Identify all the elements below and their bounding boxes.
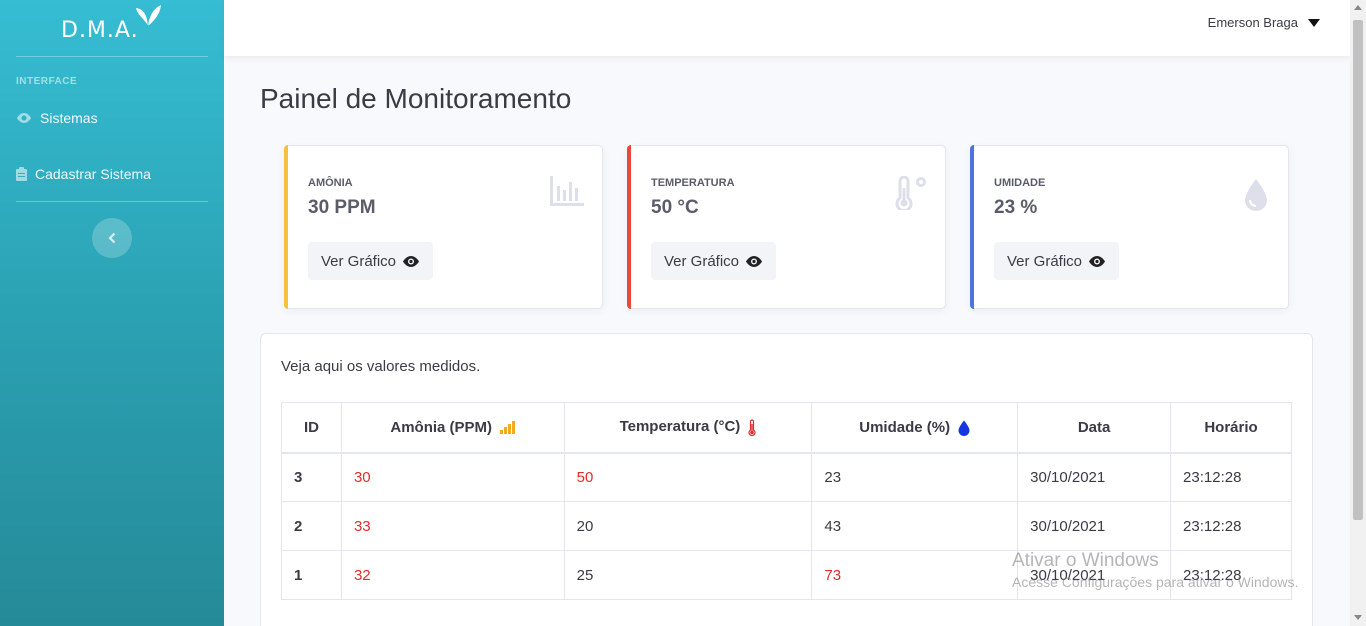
button-label: Ver Gráfico <box>321 252 397 270</box>
column-header-temperatura: Temperatura (°C) <box>563 402 813 454</box>
cell-amonia: 30 <box>340 452 565 502</box>
table-header-row: ID Amônia (PPM) Temperatura (°C) Umidade… <box>281 402 1292 454</box>
table-row: 3 30 50 23 30/10/2021 23:12:28 <box>281 452 1292 502</box>
topbar: Emerson Braga <box>224 0 1350 56</box>
cell-data: 30/10/2021 <box>1017 501 1172 551</box>
droplet-icon <box>1245 179 1267 211</box>
eye-icon <box>16 112 32 124</box>
sidebar-item-label: Cadastrar Sistema <box>35 166 151 182</box>
cell-horario: 23:12:28 <box>1170 452 1292 502</box>
card-amonia: AMÔNIA 30 PPM Ver Gráfico <box>284 145 603 309</box>
sidebar-item-cadastrar-sistema[interactable]: Cadastrar Sistema <box>16 166 151 182</box>
cell-id: 3 <box>281 452 342 502</box>
brand-logo[interactable]: D.M.A. <box>0 0 224 56</box>
signal-bars-icon <box>500 421 516 435</box>
column-header-data: Data <box>1017 402 1172 454</box>
scroll-up-arrow-icon[interactable] <box>1354 5 1362 10</box>
ver-grafico-button[interactable]: Ver Gráfico <box>308 242 434 280</box>
column-header-umidade: Umidade (%) <box>811 402 1019 454</box>
scrollbar-thumb[interactable] <box>1353 20 1363 520</box>
sidebar-item-sistemas[interactable]: Sistemas <box>16 110 98 126</box>
table-row: 2 33 20 43 30/10/2021 23:12:28 <box>281 501 1292 551</box>
panel-intro: Veja aqui os valores medidos. <box>281 358 481 375</box>
thermometer-icon <box>748 419 757 437</box>
clipboard-icon <box>16 167 27 181</box>
thermometer-icon <box>895 176 926 210</box>
cell-umidade: 73 <box>811 550 1019 600</box>
card-label: UMIDADE <box>994 177 1046 189</box>
card-value: 50 °C <box>651 197 699 218</box>
card-temperatura: TEMPERATURA 50 °C Ver Gráfico <box>627 145 946 309</box>
card-accent-bar <box>970 145 974 309</box>
leaf-icon <box>136 5 161 26</box>
cell-data: 30/10/2021 <box>1017 550 1172 600</box>
cell-id: 2 <box>281 501 342 551</box>
sidebar-item-label: Sistemas <box>40 110 98 126</box>
cell-id: 1 <box>281 550 342 600</box>
card-value: 30 PPM <box>308 197 376 218</box>
card-value: 23 % <box>994 197 1038 218</box>
ver-grafico-button[interactable]: Ver Gráfico <box>994 242 1120 280</box>
cell-amonia: 33 <box>340 501 565 551</box>
cell-amonia: 32 <box>340 550 565 600</box>
eye-icon <box>1089 255 1106 267</box>
sidebar-heading: INTERFACE <box>16 76 78 87</box>
user-menu[interactable]: Emerson Braga <box>1208 15 1320 30</box>
sidebar-divider <box>16 201 208 202</box>
vertical-scrollbar[interactable] <box>1350 0 1366 626</box>
cell-umidade: 23 <box>811 452 1019 502</box>
bar-chart-icon <box>550 176 584 206</box>
cell-horario: 23:12:28 <box>1170 550 1292 600</box>
column-header-id: ID <box>281 402 342 454</box>
sidebar-toggle-button[interactable] <box>92 218 132 258</box>
cell-horario: 23:12:28 <box>1170 501 1292 551</box>
measurements-table: ID Amônia (PPM) Temperatura (°C) Umidade… <box>281 402 1292 600</box>
cell-temperatura: 20 <box>563 501 813 551</box>
eye-icon <box>746 255 763 267</box>
button-label: Ver Gráfico <box>664 252 740 270</box>
card-accent-bar <box>627 145 631 309</box>
table-row: 1 32 25 73 30/10/2021 23:12:28 <box>281 550 1292 600</box>
cell-umidade: 43 <box>811 501 1019 551</box>
sidebar: D.M.A. INTERFACE Sistemas Cadastrar Sist… <box>0 0 224 626</box>
eye-icon <box>403 255 420 267</box>
caret-down-icon <box>1308 18 1320 27</box>
card-label: AMÔNIA <box>308 177 353 189</box>
ver-grafico-button[interactable]: Ver Gráfico <box>651 242 777 280</box>
measurements-panel: Veja aqui os valores medidos. ID Amônia … <box>260 333 1313 626</box>
card-label: TEMPERATURA <box>651 177 735 189</box>
column-header-horario: Horário <box>1170 402 1292 454</box>
brand-name: D.M.A. <box>61 18 139 43</box>
droplet-icon <box>958 420 970 436</box>
column-header-amonia: Amônia (PPM) <box>340 402 565 454</box>
card-umidade: UMIDADE 23 % Ver Gráfico <box>970 145 1289 309</box>
cell-temperatura: 25 <box>563 550 813 600</box>
page-title: Painel de Monitoramento <box>260 83 572 114</box>
cell-temperatura: 50 <box>563 452 813 502</box>
user-name: Emerson Braga <box>1207 15 1298 30</box>
cell-data: 30/10/2021 <box>1017 452 1172 502</box>
card-accent-bar <box>284 145 288 309</box>
scroll-down-arrow-icon[interactable] <box>1354 615 1362 620</box>
sidebar-divider <box>16 56 208 57</box>
chevron-left-icon <box>108 232 116 244</box>
button-label: Ver Gráfico <box>1007 252 1083 270</box>
